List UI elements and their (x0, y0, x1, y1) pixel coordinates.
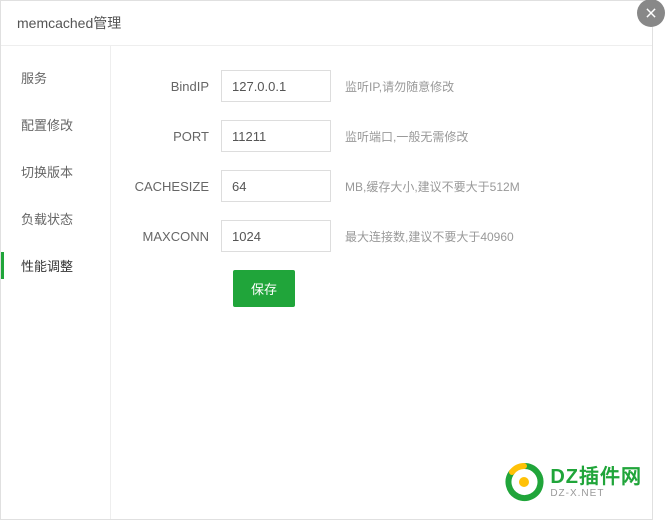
sidebar-item-version[interactable]: 切换版本 (1, 148, 110, 195)
form-hint: 最大连接数,建议不要大于40960 (345, 228, 514, 245)
watermark: DZ插件网 DZ-X.NET (504, 462, 642, 502)
sidebar-item-label: 负载状态 (21, 212, 73, 227)
save-button[interactable]: 保存 (233, 270, 295, 307)
sidebar-item-load[interactable]: 负载状态 (1, 195, 110, 242)
cachesize-input[interactable] (221, 170, 331, 202)
form-hint: 监听端口,一般无需修改 (345, 128, 468, 145)
form-content: BindIP 监听IP,请勿随意修改 PORT 监听端口,一般无需修改 CACH… (111, 46, 652, 519)
form-hint: MB,缓存大小,建议不要大于512M (345, 178, 520, 195)
form-label: PORT (131, 129, 221, 144)
sidebar-item-config[interactable]: 配置修改 (1, 101, 110, 148)
watermark-sub: DZ-X.NET (550, 488, 642, 499)
sidebar-item-label: 切换版本 (21, 165, 73, 180)
form-label: MAXCONN (131, 229, 221, 244)
form-row-maxconn: MAXCONN 最大连接数,建议不要大于40960 (131, 220, 632, 252)
sidebar-item-label: 性能调整 (21, 259, 73, 274)
close-icon[interactable] (637, 0, 665, 27)
modal-title: memcached管理 (1, 1, 652, 46)
sidebar-item-label: 配置修改 (21, 118, 73, 133)
form-label: BindIP (131, 79, 221, 94)
form-hint: 监听IP,请勿随意修改 (345, 78, 454, 95)
sidebar-item-service[interactable]: 服务 (1, 54, 110, 101)
watermark-main: DZ插件网 (550, 466, 642, 488)
bindip-input[interactable] (221, 70, 331, 102)
watermark-logo-icon (504, 462, 544, 502)
sidebar-item-label: 服务 (21, 71, 47, 86)
maxconn-input[interactable] (221, 220, 331, 252)
form-row-bindip: BindIP 监听IP,请勿随意修改 (131, 70, 632, 102)
sidebar: 服务 配置修改 切换版本 负载状态 性能调整 (1, 46, 111, 519)
form-label: CACHESIZE (131, 179, 221, 194)
form-row-port: PORT 监听端口,一般无需修改 (131, 120, 632, 152)
modal-dialog: memcached管理 服务 配置修改 切换版本 负载状态 性能调整 BindI… (0, 0, 653, 520)
form-row-cachesize: CACHESIZE MB,缓存大小,建议不要大于512M (131, 170, 632, 202)
port-input[interactable] (221, 120, 331, 152)
sidebar-item-performance[interactable]: 性能调整 (1, 242, 110, 289)
